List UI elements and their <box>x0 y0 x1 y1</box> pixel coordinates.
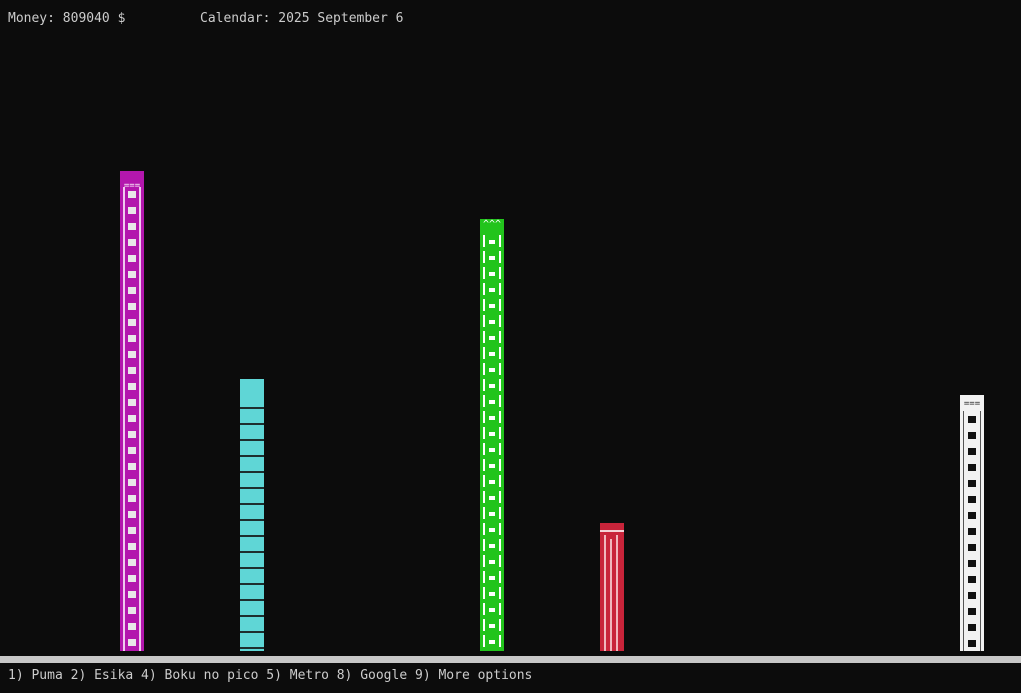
ground-line <box>0 656 1021 663</box>
tower-cap <box>600 523 624 532</box>
calendar-display: Calendar: 2025 September 6 <box>200 11 404 26</box>
tower-puma: === <box>120 171 144 651</box>
tower-boku-no-pico: ^^^ <box>480 219 504 651</box>
tower-bracket <box>499 235 501 651</box>
tower-stripe <box>604 535 606 651</box>
tower-stripe <box>610 539 612 651</box>
tower-google: === <box>960 395 984 651</box>
options-menu: 1) Puma 2) Esika 4) Boku no pico 5) Metr… <box>8 668 533 683</box>
tower-floors <box>240 393 264 651</box>
tower-metro <box>600 523 624 651</box>
tower-rail <box>980 411 981 651</box>
tower-stripe <box>616 535 618 651</box>
money-display: Money: 809040 $ <box>8 11 126 26</box>
tower-rail <box>139 187 141 651</box>
tower-esika <box>240 379 264 651</box>
tower-cap: ^^^ <box>482 219 502 230</box>
tower-cap: === <box>963 399 981 409</box>
tower-cap: === <box>120 171 144 187</box>
